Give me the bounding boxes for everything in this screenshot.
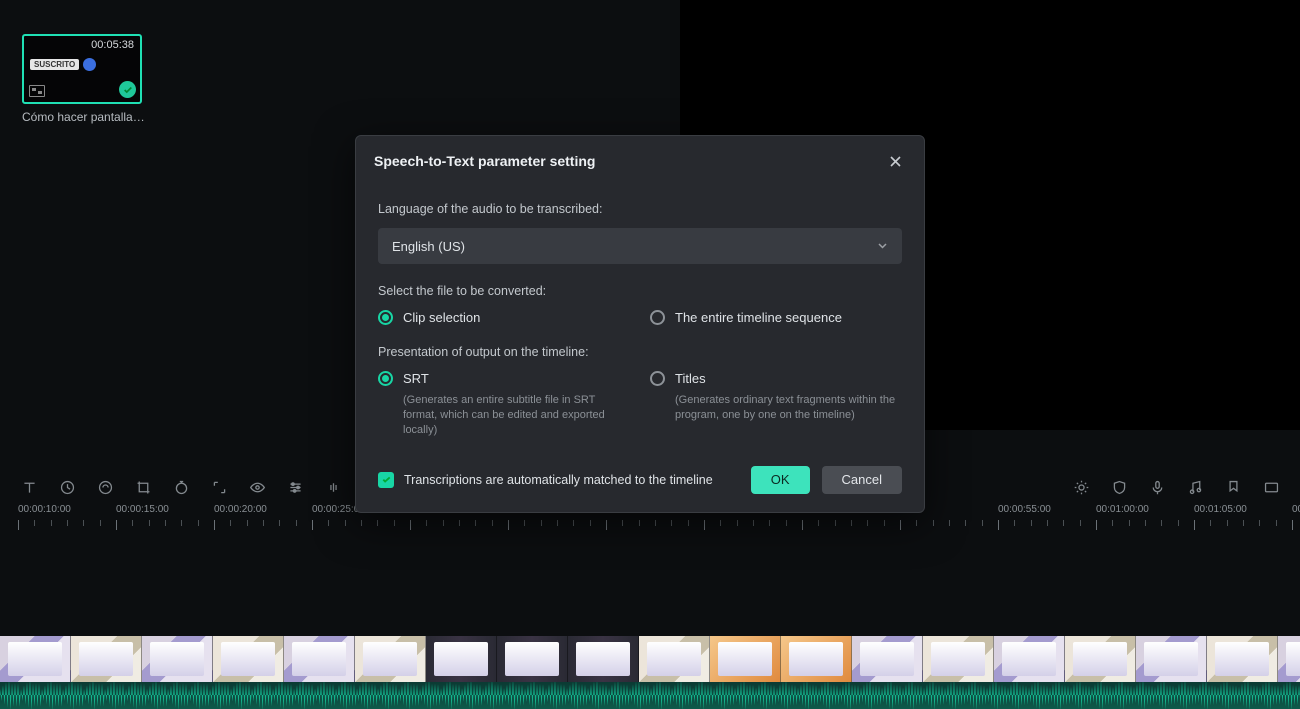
sliders-icon[interactable] [276, 474, 314, 500]
srt-description: (Generates an entire subtitle file in SR… [403, 393, 630, 438]
radio-clip-label: Clip selection [403, 310, 480, 325]
audio-track[interactable] [0, 682, 1300, 709]
timeline-clip[interactable] [1207, 636, 1278, 682]
chevron-down-icon [877, 239, 888, 254]
timeline-clip[interactable] [639, 636, 710, 682]
speech-to-text-dialog: Speech-to-Text parameter setting Languag… [355, 135, 925, 513]
waveform-icon[interactable] [314, 474, 352, 500]
timeline-clip[interactable] [1278, 636, 1300, 682]
checkmark-icon [119, 81, 136, 98]
timeline-clip[interactable] [142, 636, 213, 682]
ruler-label: 00:01:00:00 [1096, 504, 1149, 515]
clip-duration: 00:05:38 [91, 39, 134, 51]
crop-icon[interactable] [124, 474, 162, 500]
clip-filename: Cómo hacer pantallas ... [22, 110, 146, 124]
timeline-clip[interactable] [497, 636, 568, 682]
stopwatch-icon[interactable] [162, 474, 200, 500]
aspect-ratio-icon [29, 85, 45, 97]
file-select-label: Select the file to be converted: [378, 284, 902, 298]
timeline-clip[interactable] [781, 636, 852, 682]
timeline-clip[interactable] [1136, 636, 1207, 682]
radio-dot-icon [378, 310, 393, 325]
close-icon[interactable] [884, 150, 906, 172]
timeline-clip[interactable] [852, 636, 923, 682]
shield-icon[interactable] [1100, 474, 1138, 500]
language-label: Language of the audio to be transcribed: [378, 202, 902, 216]
subscribe-badge: SUSCRITO [30, 59, 79, 70]
timeline-clip[interactable] [284, 636, 355, 682]
timeline-clip[interactable] [213, 636, 284, 682]
ruler-label: 00:00:15:00 [116, 504, 169, 515]
mic-icon[interactable] [1138, 474, 1176, 500]
ruler-label: 00:00:20:00 [214, 504, 267, 515]
fullscreen-icon[interactable] [1252, 474, 1290, 500]
timeline-clip[interactable] [426, 636, 497, 682]
output-label: Presentation of output on the timeline: [378, 345, 902, 359]
ruler-label: 00:00:10:00 [18, 504, 71, 515]
thumbs-up-icon [83, 58, 96, 71]
radio-timeline-label: The entire timeline sequence [675, 310, 842, 325]
radio-entire-timeline[interactable]: The entire timeline sequence [650, 310, 902, 325]
expand-icon[interactable] [200, 474, 238, 500]
dialog-title: Speech-to-Text parameter setting [374, 153, 884, 169]
text-tool-icon[interactable] [10, 474, 48, 500]
music-icon[interactable] [1176, 474, 1214, 500]
timeline-clip[interactable] [923, 636, 994, 682]
marker-icon[interactable] [1214, 474, 1252, 500]
ruler-label: 00:00:55:00 [998, 504, 1051, 515]
cancel-button[interactable]: Cancel [822, 466, 902, 494]
history-icon[interactable] [48, 474, 86, 500]
ruler-label: 00:01:05:00 [1194, 504, 1247, 515]
auto-match-label: Transcriptions are automatically matched… [404, 473, 713, 487]
gear-icon[interactable] [1062, 474, 1100, 500]
timeline-clip[interactable] [0, 636, 71, 682]
radio-clip-selection[interactable]: Clip selection [378, 310, 630, 325]
ok-button[interactable]: OK [751, 466, 810, 494]
timeline-clip[interactable] [710, 636, 781, 682]
eye-icon[interactable] [238, 474, 276, 500]
media-clip-thumbnail[interactable]: 00:05:38 SUSCRITO [22, 34, 142, 104]
badge-row: SUSCRITO [30, 58, 96, 71]
timeline-clip[interactable] [71, 636, 142, 682]
timeline-clip[interactable] [568, 636, 639, 682]
timeline-clip[interactable] [1065, 636, 1136, 682]
radio-titles[interactable]: Titles [650, 371, 902, 386]
ruler-label: 00:01:10:00 [1292, 504, 1300, 515]
titles-description: (Generates ordinary text fragments withi… [675, 393, 902, 423]
radio-srt[interactable]: SRT [378, 371, 630, 386]
radio-dot-icon [378, 371, 393, 386]
auto-match-checkbox[interactable]: Transcriptions are automatically matched… [378, 472, 739, 488]
radio-titles-label: Titles [675, 371, 706, 386]
radio-dot-icon [650, 371, 665, 386]
speed-icon[interactable] [86, 474, 124, 500]
timeline-clip[interactable] [994, 636, 1065, 682]
language-select[interactable]: English (US) [378, 228, 902, 264]
radio-dot-icon [650, 310, 665, 325]
video-track[interactable] [0, 636, 1300, 682]
radio-srt-label: SRT [403, 371, 429, 386]
checkbox-icon [378, 472, 394, 488]
timeline-clip[interactable] [355, 636, 426, 682]
language-value: English (US) [392, 239, 465, 254]
